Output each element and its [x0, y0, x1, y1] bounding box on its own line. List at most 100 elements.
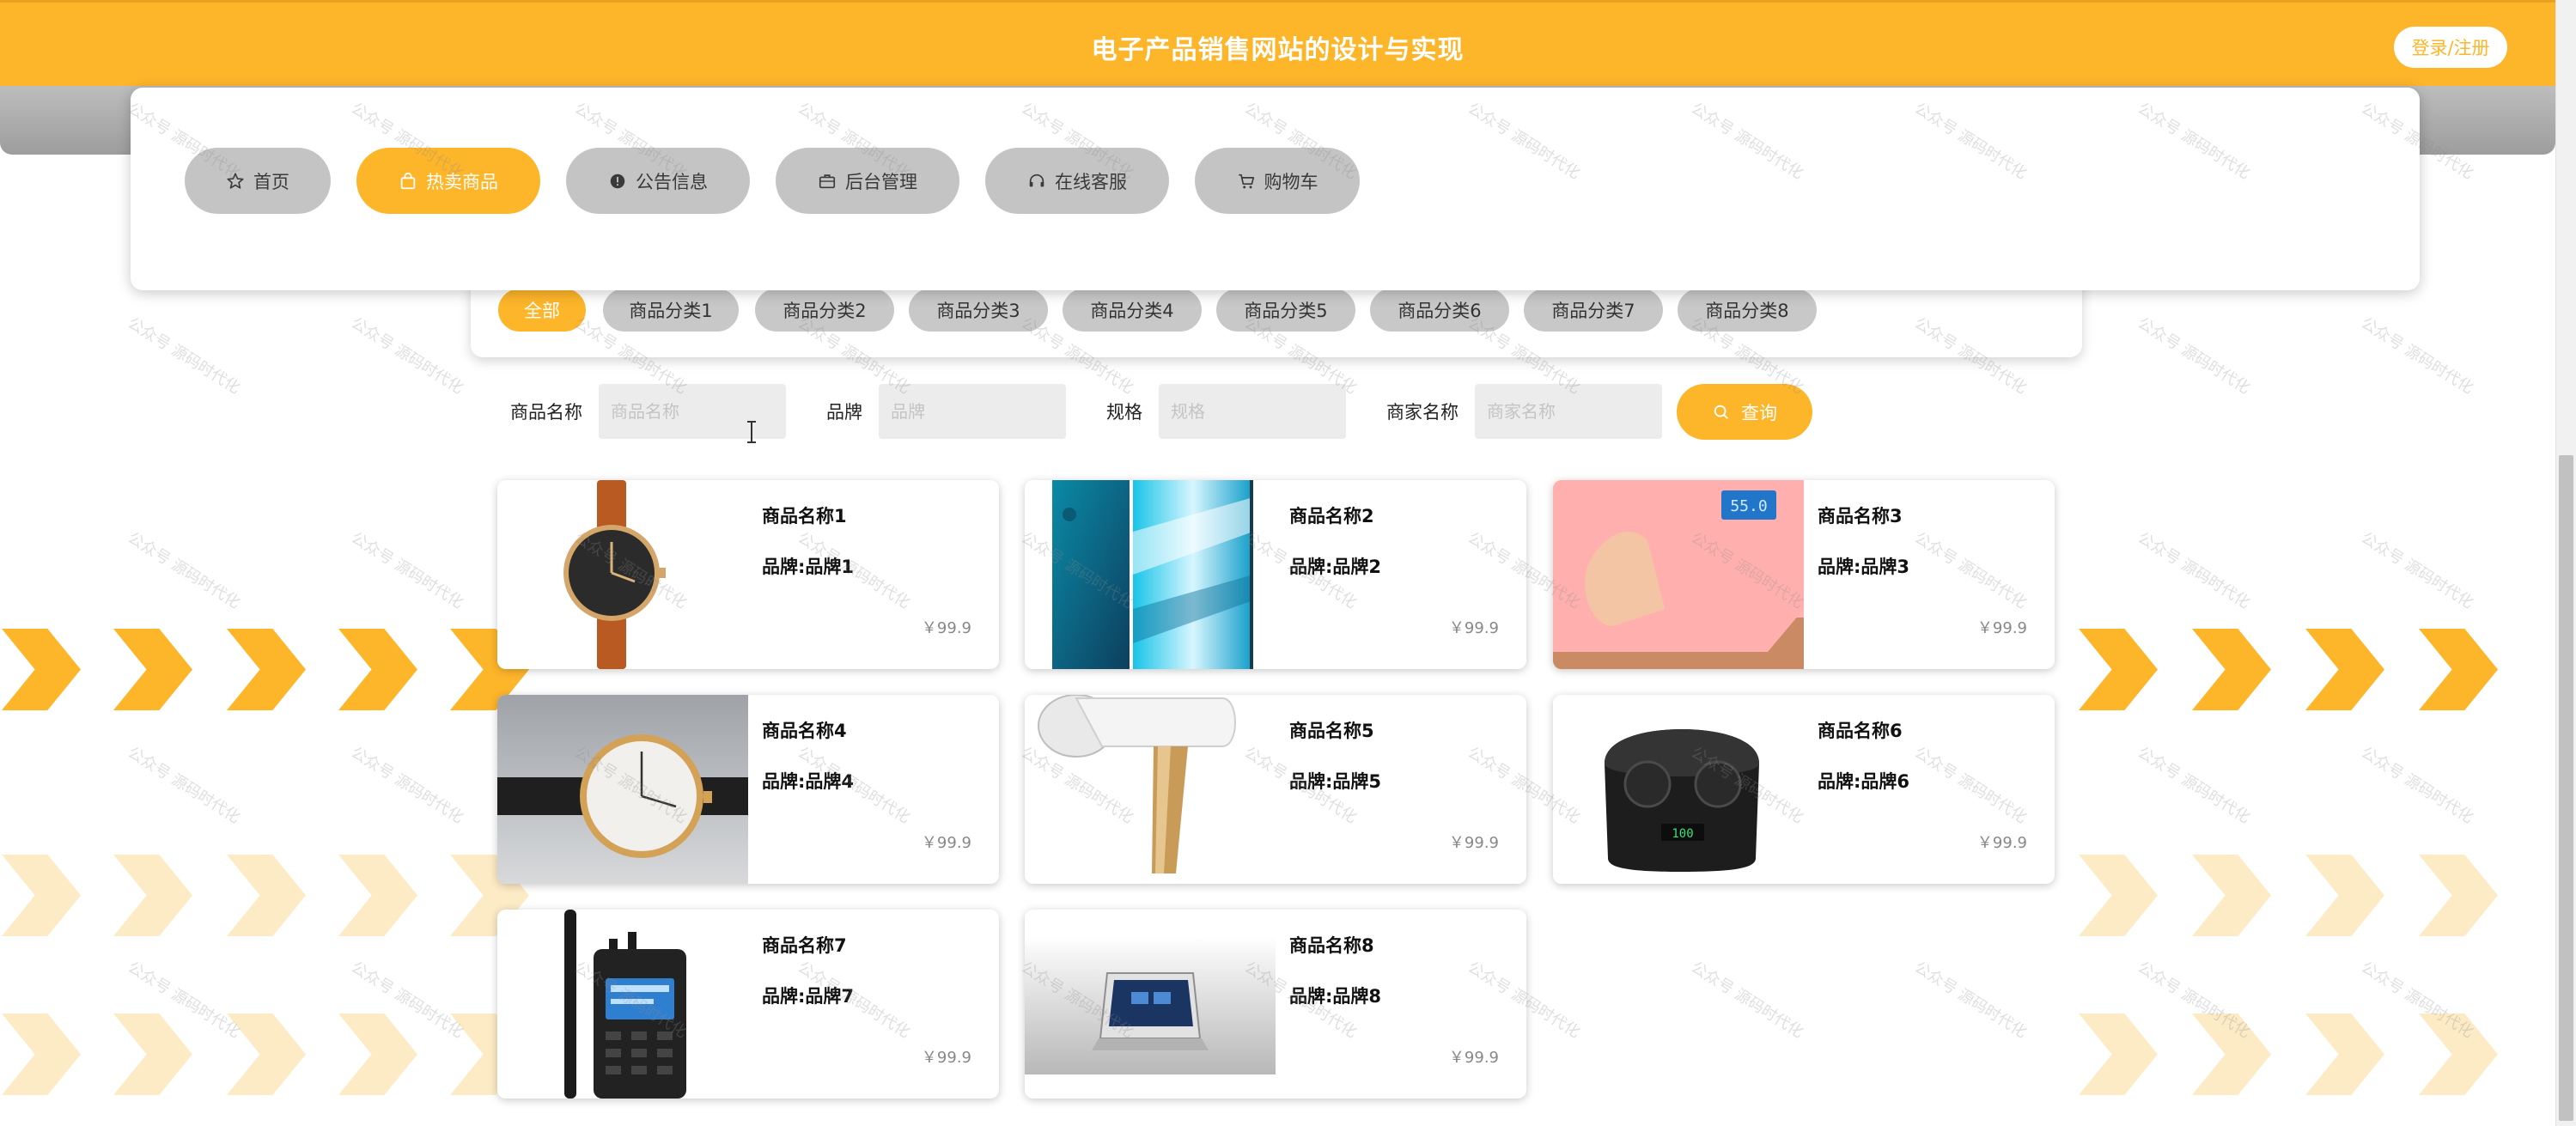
product-image-walkie-talkie [497, 910, 748, 1099]
product-name: 商品名称3 [1818, 506, 1903, 526]
nav-hot-products[interactable]: 热卖商品 [356, 148, 540, 214]
brand-input[interactable] [879, 384, 1066, 439]
spec-input[interactable] [1159, 384, 1346, 439]
chevron-decoration [113, 629, 192, 710]
chevron-decoration [2079, 629, 2158, 710]
headset-icon [1029, 173, 1044, 186]
product-brand: 品牌:品牌1 [762, 557, 855, 577]
watermark-text: 公众号 源码时代化 [125, 743, 244, 827]
product-name-label: 商品名称 [510, 402, 582, 423]
watermark-text: 公众号 源码时代化 [125, 313, 244, 398]
product-image-earbuds: 100 [1553, 695, 1804, 884]
star-icon [227, 172, 244, 189]
product-name: 商品名称5 [1289, 721, 1374, 741]
watermark-text: 公众号 源码时代化 [2134, 743, 2254, 827]
nav-admin-label: 后台管理 [845, 171, 917, 192]
nav-hot-products-label: 热卖商品 [426, 171, 498, 192]
product-price: ￥99.9 [1448, 834, 1499, 852]
category-pill-7[interactable]: 商品分类7 [1524, 289, 1663, 332]
product-brand: 品牌:品牌6 [1818, 771, 1910, 792]
category-pill-5[interactable]: 商品分类5 [1216, 289, 1355, 332]
product-image-watch-classic [497, 695, 748, 884]
category-pill-8[interactable]: 商品分类8 [1678, 289, 1817, 332]
chevron-decoration [2305, 629, 2384, 710]
chevron-decoration [227, 629, 306, 710]
nav-online-service[interactable]: 在线客服 [985, 148, 1169, 214]
watermark-text: 公众号 源码时代化 [348, 528, 467, 612]
product-price: ￥99.9 [921, 1049, 971, 1067]
product-card-5[interactable]: 商品名称5 品牌:品牌5 ￥99.9 [1025, 695, 1526, 884]
product-price: ￥99.9 [1976, 834, 2027, 852]
category-pill-2[interactable]: 商品分类2 [755, 289, 894, 332]
merchant-name-input[interactable] [1475, 384, 1662, 439]
product-card-1[interactable]: 商品名称1 品牌:品牌1 ￥99.9 [497, 480, 999, 669]
chevron-decoration [2305, 1013, 2384, 1095]
chevron-decoration [2, 855, 81, 936]
login-register-button[interactable]: 登录/注册 [2394, 27, 2507, 68]
product-name: 商品名称8 [1289, 935, 1374, 956]
svg-text:100: 100 [1672, 827, 1693, 841]
product-price: ￥99.9 [921, 619, 971, 637]
product-card-4[interactable]: 商品名称4 品牌:品牌4 ￥99.9 [497, 695, 999, 884]
watermark-text: 公众号 源码时代化 [2358, 743, 2477, 827]
product-name: 商品名称4 [762, 721, 847, 741]
chevron-decoration [2419, 1013, 2498, 1095]
chevron-decoration [113, 1013, 192, 1095]
watermark-text: 公众号 源码时代化 [348, 743, 467, 827]
info-icon [610, 173, 625, 188]
brand-label: 品牌 [826, 402, 862, 423]
product-image-watch [497, 480, 748, 669]
chevron-decoration [2192, 629, 2271, 710]
nav-cart[interactable]: 购物车 [1195, 148, 1360, 214]
product-price: ￥99.9 [921, 834, 971, 852]
category-pill-all[interactable]: 全部 [498, 289, 586, 332]
nav-online-service-label: 在线客服 [1055, 171, 1127, 192]
nav-announcements[interactable]: 公告信息 [566, 148, 750, 214]
category-pill-4[interactable]: 商品分类4 [1063, 289, 1202, 332]
product-card-2[interactable]: 商品名称2 品牌:品牌2 ￥99.9 [1025, 480, 1526, 669]
site-title: 电子产品销售网站的设计与实现 [1091, 35, 1465, 65]
product-name: 商品名称1 [762, 506, 847, 526]
product-image-phone [1025, 480, 1276, 669]
chevron-decoration [2192, 1013, 2271, 1095]
cart-icon [1238, 173, 1254, 188]
chevron-decoration [2419, 855, 2498, 936]
watermark-text: 公众号 源码时代化 [348, 313, 467, 398]
scrollbar-thumb[interactable] [2559, 455, 2573, 1121]
watermark-text: 公众号 源码时代化 [2358, 313, 2477, 398]
nav-cart-label: 购物车 [1264, 171, 1318, 192]
nav-home[interactable]: 首页 [185, 148, 331, 214]
chevron-decoration [338, 629, 417, 710]
product-image-hair-dryer [1025, 695, 1276, 884]
shopping-bag-icon [400, 172, 416, 189]
page-scrollbar[interactable] [2555, 0, 2576, 1126]
category-pill-1[interactable]: 商品分类1 [603, 289, 739, 332]
product-name: 商品名称6 [1818, 721, 1903, 741]
product-brand: 品牌:品牌4 [762, 771, 855, 792]
product-brand: 品牌:品牌7 [762, 986, 855, 1007]
svg-text:55.0: 55.0 [1730, 497, 1767, 515]
product-card-8[interactable]: 商品名称8 品牌:品牌8 ￥99.9 [1025, 910, 1526, 1099]
chevron-decoration [2305, 855, 2384, 936]
merchant-name-label: 商家名称 [1386, 402, 1459, 423]
chevron-decoration [2419, 629, 2498, 710]
query-button[interactable]: 查询 [1677, 384, 1812, 440]
product-card-7[interactable]: 商品名称7 品牌:品牌7 ￥99.9 [497, 910, 999, 1099]
nav-home-label: 首页 [253, 171, 289, 192]
watermark-text: 公众号 源码时代化 [2134, 313, 2254, 398]
chevron-decoration [227, 1013, 306, 1095]
product-brand: 品牌:品牌5 [1289, 771, 1382, 792]
product-name-input[interactable] [599, 384, 786, 439]
chevron-decoration [2079, 1013, 2158, 1095]
nav-announcements-label: 公告信息 [636, 171, 708, 192]
watermark-text: 公众号 源码时代化 [125, 528, 244, 612]
category-pill-6[interactable]: 商品分类6 [1370, 289, 1509, 332]
product-brand: 品牌:品牌3 [1818, 557, 1910, 577]
nav-admin[interactable]: 后台管理 [776, 148, 959, 214]
category-pill-3[interactable]: 商品分类3 [909, 289, 1048, 332]
product-card-3[interactable]: 55.0 商品名称3 品牌:品牌3 ￥99.9 [1553, 480, 2055, 669]
product-brand: 品牌:品牌2 [1289, 557, 1382, 577]
chevron-decoration [2192, 855, 2271, 936]
chevron-decoration [2079, 855, 2158, 936]
product-card-6[interactable]: 100 商品名称6 品牌:品牌6 ￥99.9 [1553, 695, 2055, 884]
